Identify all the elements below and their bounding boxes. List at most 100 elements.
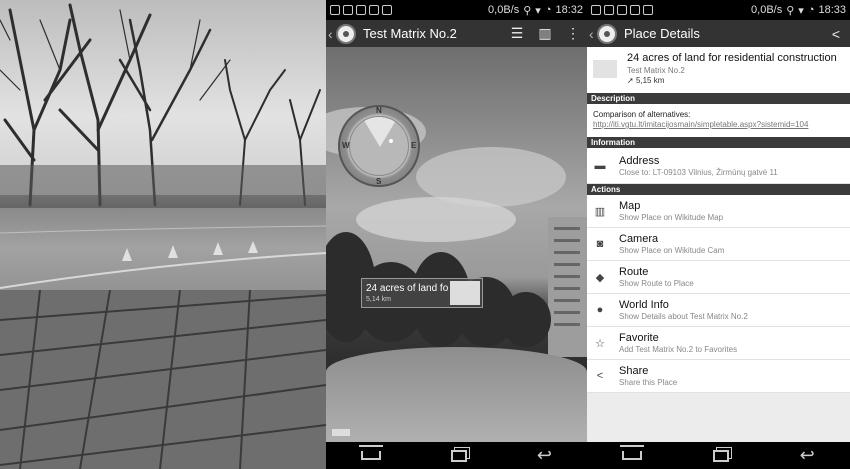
app-icon[interactable]: [597, 23, 617, 44]
action-detail: Show Route to Place: [619, 279, 694, 288]
action-detail: Share this Place: [619, 378, 678, 387]
compass-e: E: [411, 141, 417, 150]
section-actions: Actions: [587, 184, 850, 195]
action-route[interactable]: ◆ Route Show Route to Place: [587, 261, 850, 294]
image-icon: [356, 5, 366, 15]
distance-icon: ➚: [627, 76, 634, 85]
action-world-info[interactable]: ● World Info Show Details about Test Matr…: [587, 294, 850, 327]
chevron-left-icon[interactable]: ‹: [328, 26, 333, 42]
radar-compass[interactable]: N E S W: [338, 105, 420, 187]
overflow-menu-icon[interactable]: ⋮: [559, 20, 587, 47]
outdoor-photo: [0, 0, 326, 469]
location-icon: ⚲: [786, 4, 795, 17]
action-bar: ‹ Place Details <: [587, 20, 850, 47]
app-icon[interactable]: [336, 23, 356, 44]
location-icon: ⚲: [523, 4, 532, 17]
description-text: Comparison of alternatives: http://iti.v…: [587, 104, 850, 137]
place-distance: 5,15 km: [635, 76, 665, 85]
wikitude-logo: [332, 429, 350, 436]
back-icon[interactable]: ↩: [800, 445, 815, 466]
navigation-bar: ↩: [587, 442, 850, 469]
home-icon[interactable]: [620, 445, 645, 460]
star-icon: ☆: [595, 337, 605, 350]
action-title: Map: [619, 200, 641, 212]
status-time: 18:32: [555, 4, 583, 16]
clock-icon: ◔: [807, 4, 815, 16]
route-icon: ◆: [595, 271, 605, 284]
alarm-icon: [343, 5, 353, 15]
save-icon: [369, 5, 379, 15]
ground: [326, 347, 587, 442]
building: [548, 217, 587, 357]
action-share[interactable]: < Share Share this Place: [587, 360, 850, 393]
poi-dot: [389, 139, 393, 143]
address-detail: Close to: LT-09103 Vilnius, Žirmūnų gatv…: [619, 167, 778, 177]
ar-camera-screen: 0,0B/s ⚲ ▾ ◔ 18:32 ‹ Test Matrix No.2 ☰ …: [326, 0, 587, 469]
details-content: 24 acres of land for residential constru…: [587, 47, 850, 442]
action-title: World Info: [619, 299, 669, 311]
globe-icon: ●: [596, 304, 604, 316]
section-description: Description: [587, 93, 850, 104]
trees: [0, 3, 326, 210]
action-bar: ‹ Test Matrix No.2 ☰ ▥ ⋮: [326, 20, 587, 47]
camera-view: N E S W 24 acres of land for... 5,14 km: [326, 47, 587, 442]
alarm-icon: [604, 5, 614, 15]
wifi-icon: ▾: [535, 4, 541, 17]
data-speed: 0,0B/s: [751, 4, 783, 16]
back-icon[interactable]: ↩: [537, 445, 552, 466]
page-title: Test Matrix No.2: [363, 26, 457, 41]
action-camera[interactable]: ◙ Camera Show Place on Wikitude Cam: [587, 228, 850, 261]
folder-icon: ▬: [594, 159, 606, 172]
poi-title: 24 acres of land for...: [366, 283, 448, 294]
compass-w: W: [342, 141, 350, 150]
action-map[interactable]: ▥ Map Show Place on Wikitude Map: [587, 195, 850, 228]
place-title: 24 acres of land for residential constru…: [627, 52, 837, 64]
clock-icon: ◔: [544, 4, 552, 16]
place-header: 24 acres of land for residential constru…: [587, 47, 850, 93]
poi-thumbnail: [450, 281, 480, 305]
action-title: Route: [619, 266, 649, 278]
compass-s: S: [376, 177, 382, 186]
place-details-screen: 0,0B/s ⚲ ▾ ◔ 18:33 ‹ Place Details < 24 …: [587, 0, 850, 469]
home-icon[interactable]: [358, 445, 383, 460]
address-item[interactable]: ▬ Address Close to: LT-09103 Vilnius, Ži…: [587, 148, 850, 184]
notification-icon: [330, 5, 340, 15]
action-detail: Show Place on Wikitude Cam: [619, 246, 725, 255]
image-icon: [617, 5, 627, 15]
action-detail: Add Test Matrix No.2 to Favorites: [619, 345, 738, 354]
description-link[interactable]: http://iti.vgtu.lt/imitacijosmain/simple…: [593, 120, 808, 129]
action-favorite[interactable]: ☆ Favorite Add Test Matrix No.2 to Favori…: [587, 327, 850, 360]
address-title: Address: [619, 154, 660, 167]
poi-distance: 5,14 km: [366, 296, 391, 303]
description-label: Comparison of alternatives:: [593, 110, 691, 119]
navigation-bar: ↩: [326, 442, 587, 469]
save-icon: [630, 5, 640, 15]
camera-icon: ◙: [596, 238, 604, 250]
share-icon[interactable]: <: [822, 20, 850, 47]
place-subtitle: Test Matrix No.2: [627, 66, 685, 75]
action-detail: Show Place on Wikitude Map: [619, 213, 724, 222]
notification-icon: [591, 5, 601, 15]
action-title: Share: [619, 365, 649, 377]
map-icon: ▥: [594, 205, 606, 218]
section-information: Information: [587, 137, 850, 148]
action-detail: Show Details about Test Matrix No.2: [619, 312, 748, 321]
map-icon[interactable]: ▥: [531, 20, 559, 47]
share-icon: <: [596, 370, 604, 382]
compass-n: N: [376, 106, 382, 115]
list-icon[interactable]: ☰: [503, 20, 531, 47]
recent-apps-icon[interactable]: [450, 449, 467, 462]
recent-apps-icon[interactable]: [712, 449, 729, 462]
data-speed: 0,0B/s: [488, 4, 520, 16]
page-title: Place Details: [624, 26, 700, 41]
chat-icon: [382, 5, 392, 15]
status-bar: 0,0B/s ⚲ ▾ ◔ 18:32: [326, 0, 587, 20]
action-title: Favorite: [619, 332, 659, 344]
chat-icon: [643, 5, 653, 15]
status-bar: 0,0B/s ⚲ ▾ ◔ 18:33: [587, 0, 850, 20]
chevron-left-icon[interactable]: ‹: [589, 26, 594, 42]
wifi-icon: ▾: [798, 4, 804, 17]
place-thumbnail: [593, 60, 617, 78]
status-time: 18:33: [818, 4, 846, 16]
poi-label[interactable]: 24 acres of land for... 5,14 km: [361, 278, 483, 308]
